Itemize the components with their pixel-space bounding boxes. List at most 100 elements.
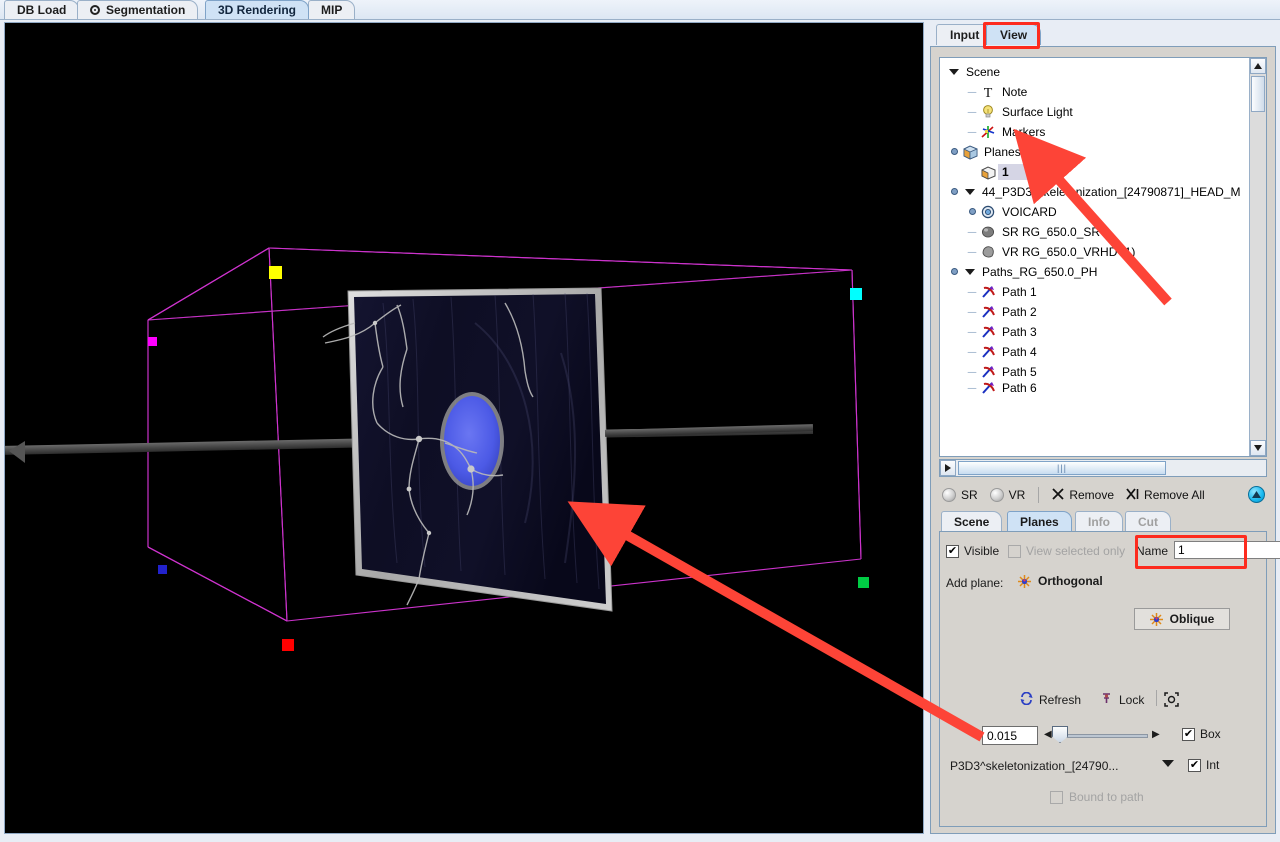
expander-knob-icon[interactable] [946,187,962,197]
vr-blob-icon [980,244,998,260]
remove-all-button[interactable]: Remove All [1123,487,1208,504]
tree-item-label: Path 4 [1002,345,1037,359]
main-tab-bar: DB Load Segmentation 3D Rendering MIP [0,0,1280,20]
scroll-up-button[interactable] [1250,58,1266,74]
oblique-button[interactable]: Oblique [1134,608,1230,630]
expander-knob-icon[interactable] [946,267,962,277]
tree-item-voicard[interactable]: VOICARD [940,202,1250,222]
tree-item-study[interactable]: 44_P3D3^skeletonization_[24790871]_HEAD_… [940,182,1250,202]
scene-tree: Scene ─ T Note ─ Surface Light ─ Markers… [940,58,1250,456]
box-checkbox[interactable]: ✔ [1182,727,1195,741]
remove-button[interactable]: Remove [1049,487,1117,504]
scene-tree-container[interactable]: Scene ─ T Note ─ Surface Light ─ Markers… [939,57,1267,457]
red-corner-handle [282,639,294,651]
tree-item-label: Path 2 [1002,305,1037,319]
path-icon [980,324,998,340]
path-icon [980,382,998,394]
tree-item-surface-light[interactable]: ─ Surface Light [940,102,1250,122]
visible-checkbox[interactable]: ✔ [946,544,959,558]
thickness-slider-thumb[interactable] [1052,726,1068,743]
tree-item-planes[interactable]: Planes [940,142,1250,162]
h-scrollbar-thumb[interactable]: ||| [958,461,1166,475]
tab-3d-rendering[interactable]: 3D Rendering [205,0,310,19]
tab-cut-label: Cut [1138,514,1158,529]
vr-button[interactable]: VR [987,487,1029,503]
bound-to-path-checkbox [1050,790,1063,804]
right-side-panel: Input View Scene ─ T Note ─ Surface Ligh… [930,22,1280,834]
path-icon [980,364,998,380]
scroll-right-button[interactable] [940,460,956,476]
tree-vertical-scrollbar[interactable] [1249,58,1266,456]
tab-info[interactable]: Info [1075,511,1123,531]
fit-bounds-button[interactable] [1164,692,1179,710]
slider-decrement-icon[interactable]: ◀ [1044,729,1052,740]
oblique-button-label: Oblique [1169,612,1215,626]
sr-button-label: SR [961,488,978,502]
expander-icon[interactable] [946,68,962,77]
x-bar-icon [1126,487,1139,503]
tree-branch-line: ─ [967,125,977,139]
int-checkbox[interactable]: ✔ [1188,758,1201,772]
tree-item-scene[interactable]: Scene [940,62,1250,82]
expander-icon[interactable] [962,188,978,197]
expander-knob-icon[interactable] [946,147,962,157]
up-triangle-circle-icon[interactable] [1248,486,1265,503]
tab-3d-rendering-label: 3D Rendering [218,3,297,17]
tree-item-path-5[interactable]: ─ Path 5 [940,362,1250,382]
remove-button-label: Remove [1069,488,1115,502]
vr-button-label: VR [1008,488,1026,502]
tab-planes-label: Planes [1020,514,1059,529]
chevron-down-icon[interactable] [1162,760,1174,767]
tree-scrollbar-thumb[interactable] [1251,76,1265,112]
thickness-input[interactable]: 0.015 [982,726,1038,745]
tree-item-vr[interactable]: ─ VR RG_650.0_VRHD (1) [940,242,1250,262]
path-icon [980,304,998,320]
cube-icon [962,144,980,160]
axis-markers-icon [980,124,998,140]
tree-item-note[interactable]: ─ T Note [940,82,1250,102]
box-checkbox-row[interactable]: ✔ Box [1182,727,1221,741]
sr-button[interactable]: SR [939,487,981,503]
toolbar-divider [1038,487,1040,503]
tree-item-plane-1[interactable]: 1 [940,162,1250,182]
tree-item-paths-group[interactable]: Paths_RG_650.0_PH [940,262,1250,282]
tab-db-load[interactable]: DB Load [4,0,80,19]
tab-mip[interactable]: MIP [308,0,356,19]
plane-cube-icon [980,164,998,180]
tree-branch-line: ─ [967,365,977,379]
scroll-down-button[interactable] [1250,440,1266,456]
3d-render-viewport[interactable] [4,22,924,834]
volume-combo[interactable]: P3D3^skeletonization_[24790... [950,756,1146,776]
pin-lock-icon [1100,692,1113,708]
visible-checkbox-row[interactable]: ✔ Visible [946,544,999,558]
svg-text:T: T [984,86,993,100]
tree-branch-line: ─ [967,382,977,394]
refresh-button-label: Refresh [1039,693,1082,707]
slider-increment-icon[interactable]: ▶ [1152,729,1160,740]
tab-segmentation[interactable]: Segmentation [77,0,199,19]
tab-planes[interactable]: Planes [1007,511,1072,531]
int-checkbox-row[interactable]: ✔ Int [1188,758,1219,772]
tree-item-path-6[interactable]: ─ Path 6 [940,382,1250,394]
tree-item-path-1[interactable]: ─ Path 1 [940,282,1250,302]
planes-tab-bar: Scene Planes Info Cut [937,509,1271,531]
tab-scene[interactable]: Scene [941,511,1003,531]
tree-item-path-2[interactable]: ─ Path 2 [940,302,1250,322]
tree-item-path-4[interactable]: ─ Path 4 [940,342,1250,362]
lock-button[interactable]: Lock [1100,692,1144,708]
path-icon [980,284,998,300]
3d-scene [5,23,923,833]
thickness-slider-track[interactable] [1058,734,1148,738]
refresh-button[interactable]: Refresh [1020,691,1082,708]
orthogonal-button[interactable]: Orthogonal [1018,574,1103,588]
add-plane-label: Add plane: [946,576,1004,590]
tree-item-sr[interactable]: ─ SR RG_650.0_SR [940,222,1250,242]
scene-action-toolbar: SR VR Remove Remove All [939,483,1267,507]
tab-cut[interactable]: Cut [1125,511,1171,531]
tree-item-markers[interactable]: ─ Markers [940,122,1250,142]
tree-horizontal-scrollbar[interactable]: ||| [939,459,1267,477]
tree-item-path-3[interactable]: ─ Path 3 [940,322,1250,342]
expander-knob-icon[interactable] [964,207,980,217]
expander-icon[interactable] [962,268,978,277]
tree-branch-line: ─ [967,345,977,359]
